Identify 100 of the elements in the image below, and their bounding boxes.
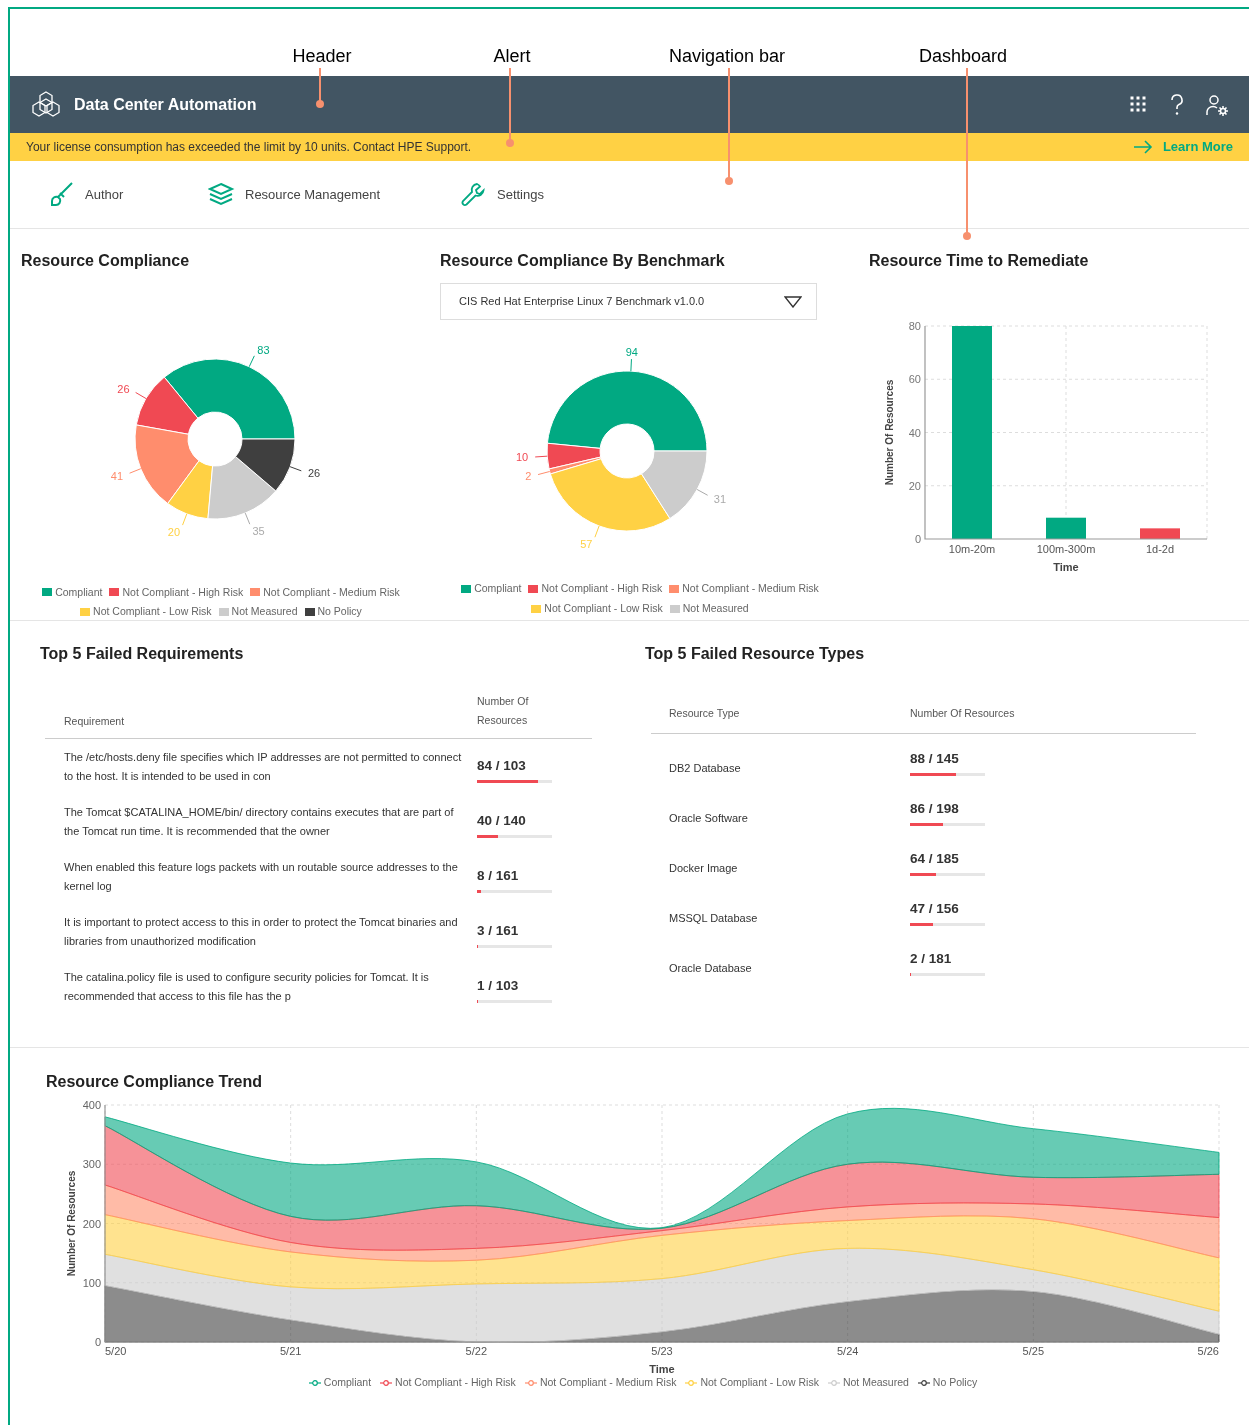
column-header: Number Of Resources [477,694,530,728]
data-label: 83 [257,343,270,356]
axis-title: Time [649,1363,675,1375]
count-value: 40 / 140 [477,812,527,830]
leader-line [248,355,255,368]
legend-label: Not Compliant - High Risk [122,584,244,600]
axis-tick-label: 300 [82,1158,101,1171]
table-cell-text: The Tomcat $CATALINA_HOME/bin/ directory contains executes that are part of the Tomcat run time. It is recommended that the owner [63,805,455,839]
annotation-label: Header [292,45,352,68]
data-label: 31 [713,492,727,505]
legend-label: Not Compliant - Medium Risk [682,581,819,596]
table-cell-text: When enabled this feature logs packets with un routable source addresses to the kernel log [63,860,459,894]
legend-label: Not Compliant - Medium Risk [263,584,400,600]
table-cell-text: Oracle Software [668,811,749,826]
leader-line [534,455,548,458]
leader-line [135,391,147,400]
leader-line [289,466,302,472]
legend-label: Not Compliant - Low Risk [700,1375,819,1390]
axis-tick-label: 5/24 [836,1345,859,1357]
leader-line [244,512,251,525]
legend-label: Not Compliant - Low Risk [93,604,212,620]
axis-tick-label: 400 [82,1099,101,1111]
column-header: Requirement [63,714,126,730]
wrench-icon [460,181,487,208]
nav-item[interactable]: Author [48,181,208,208]
legend-label: Not Measured [682,600,749,616]
axis-tick-label: 5/20 [105,1345,127,1357]
table-cell-text: Docker Image [668,861,739,876]
data-label: 94 [625,346,638,359]
leader-line [594,525,600,538]
annotation-label: Navigation bar [668,45,786,68]
count-value: 86 / 198 [910,800,960,818]
leader-line [316,67,324,108]
arrow-right-icon [1132,140,1153,154]
section-title: Resource Compliance By Benchmark [440,251,726,271]
table-cell-text: The catalina.policy file is used to configure security policies for Tomcat. It is recommended that access to this file has the p [63,970,430,1004]
axis-tick-label: 0 [94,1336,101,1348]
count-value: 8 / 161 [477,867,520,885]
section-title: Top 5 Failed Requirements [40,644,245,664]
axis-tick-label: 0 [914,533,921,545]
section-title: Resource Time to Remediate [869,251,1090,271]
brush-icon [48,181,75,208]
axis-title: Time [1053,561,1079,573]
table-cell-text: Oracle Database [668,961,753,976]
column-header: Resource Type [668,706,741,722]
column-header: Number Of Resources [910,706,1015,722]
annotation-label: Dashboard [918,45,1008,68]
caret-down-icon [784,295,802,308]
data-label: 2 [525,470,532,483]
data-label: 35 [252,524,265,537]
data-label: 20 [167,525,181,538]
axis-tick-label: 100 [82,1276,101,1289]
leader-line [129,468,142,474]
axis-tick-label: 5/21 [279,1345,302,1357]
nav-item[interactable]: Resource Management [208,181,460,208]
leader-line [630,358,632,372]
axis-tick-label: 80 [908,320,921,332]
count-value: 3 / 161 [477,922,520,940]
axis-tick-label: 200 [82,1217,101,1230]
axis-tick-label: 5/23 [651,1345,673,1357]
benchmark-dropdown[interactable]: CIS Red Hat Enterprise Linux 7 Benchmark v1.0.0 [440,283,817,320]
axis-tick-label: 100m-300m [1036,543,1096,555]
nav-item[interactable]: Settings [460,181,620,208]
axis-tick-label: 5/22 [465,1345,488,1357]
count-value: 88 / 145 [910,750,960,768]
data-label: 10 [515,451,529,464]
alert-message: Your license consumption has exceeded the limit by 10 units. Contact HPE Support. [26,139,472,156]
legend-label: Compliant [55,584,103,600]
apps-icon[interactable] [1129,94,1149,115]
user-settings-icon[interactable] [1205,92,1229,117]
legend-label: Not Compliant - Low Risk [544,600,663,616]
count-value: 64 / 185 [910,850,960,868]
axis-title: Number Of Resources [66,1170,77,1277]
table-cell-text: DB2 Database [668,761,742,776]
axis-title: Number Of Resources [884,379,895,486]
section-title: Resource Compliance Trend [46,1072,264,1092]
legend-label: Compliant [474,581,522,596]
axis-tick-label: 60 [908,373,921,386]
annotation-label: Alert [493,45,531,68]
legend-label: No Policy [932,1375,978,1390]
data-label: 26 [307,467,321,480]
axis-tick-label: 10m-20m [948,543,996,555]
leader-line [182,513,188,526]
section-title: Resource Compliance [21,251,191,271]
axis-tick-label: 40 [908,426,921,439]
data-label: 57 [580,537,593,550]
legend-label: Not Measured [231,604,298,620]
data-label: 26 [117,382,130,395]
layers-icon [208,181,235,208]
leader-line [696,489,709,496]
axis-tick-label: 5/25 [1022,1345,1045,1357]
data-label: 41 [110,469,124,482]
section-title: Top 5 Failed Resource Types [645,644,866,664]
leader-line [537,471,551,476]
table-cell-text: It is important to protect access to this in order to protect the Tomcat binaries and libraries from unauthorized modification [63,915,459,949]
count-value: 47 / 156 [910,900,960,918]
axis-tick-label: 5/26 [1197,1345,1219,1357]
table-cell-text: The /etc/hosts.deny file specifies which IP addresses are not permitted to connect to the host. It is intended to be used in con [63,750,463,784]
legend-label: Not Compliant - High Risk [395,1375,516,1390]
legend-label: Compliant [323,1375,372,1390]
